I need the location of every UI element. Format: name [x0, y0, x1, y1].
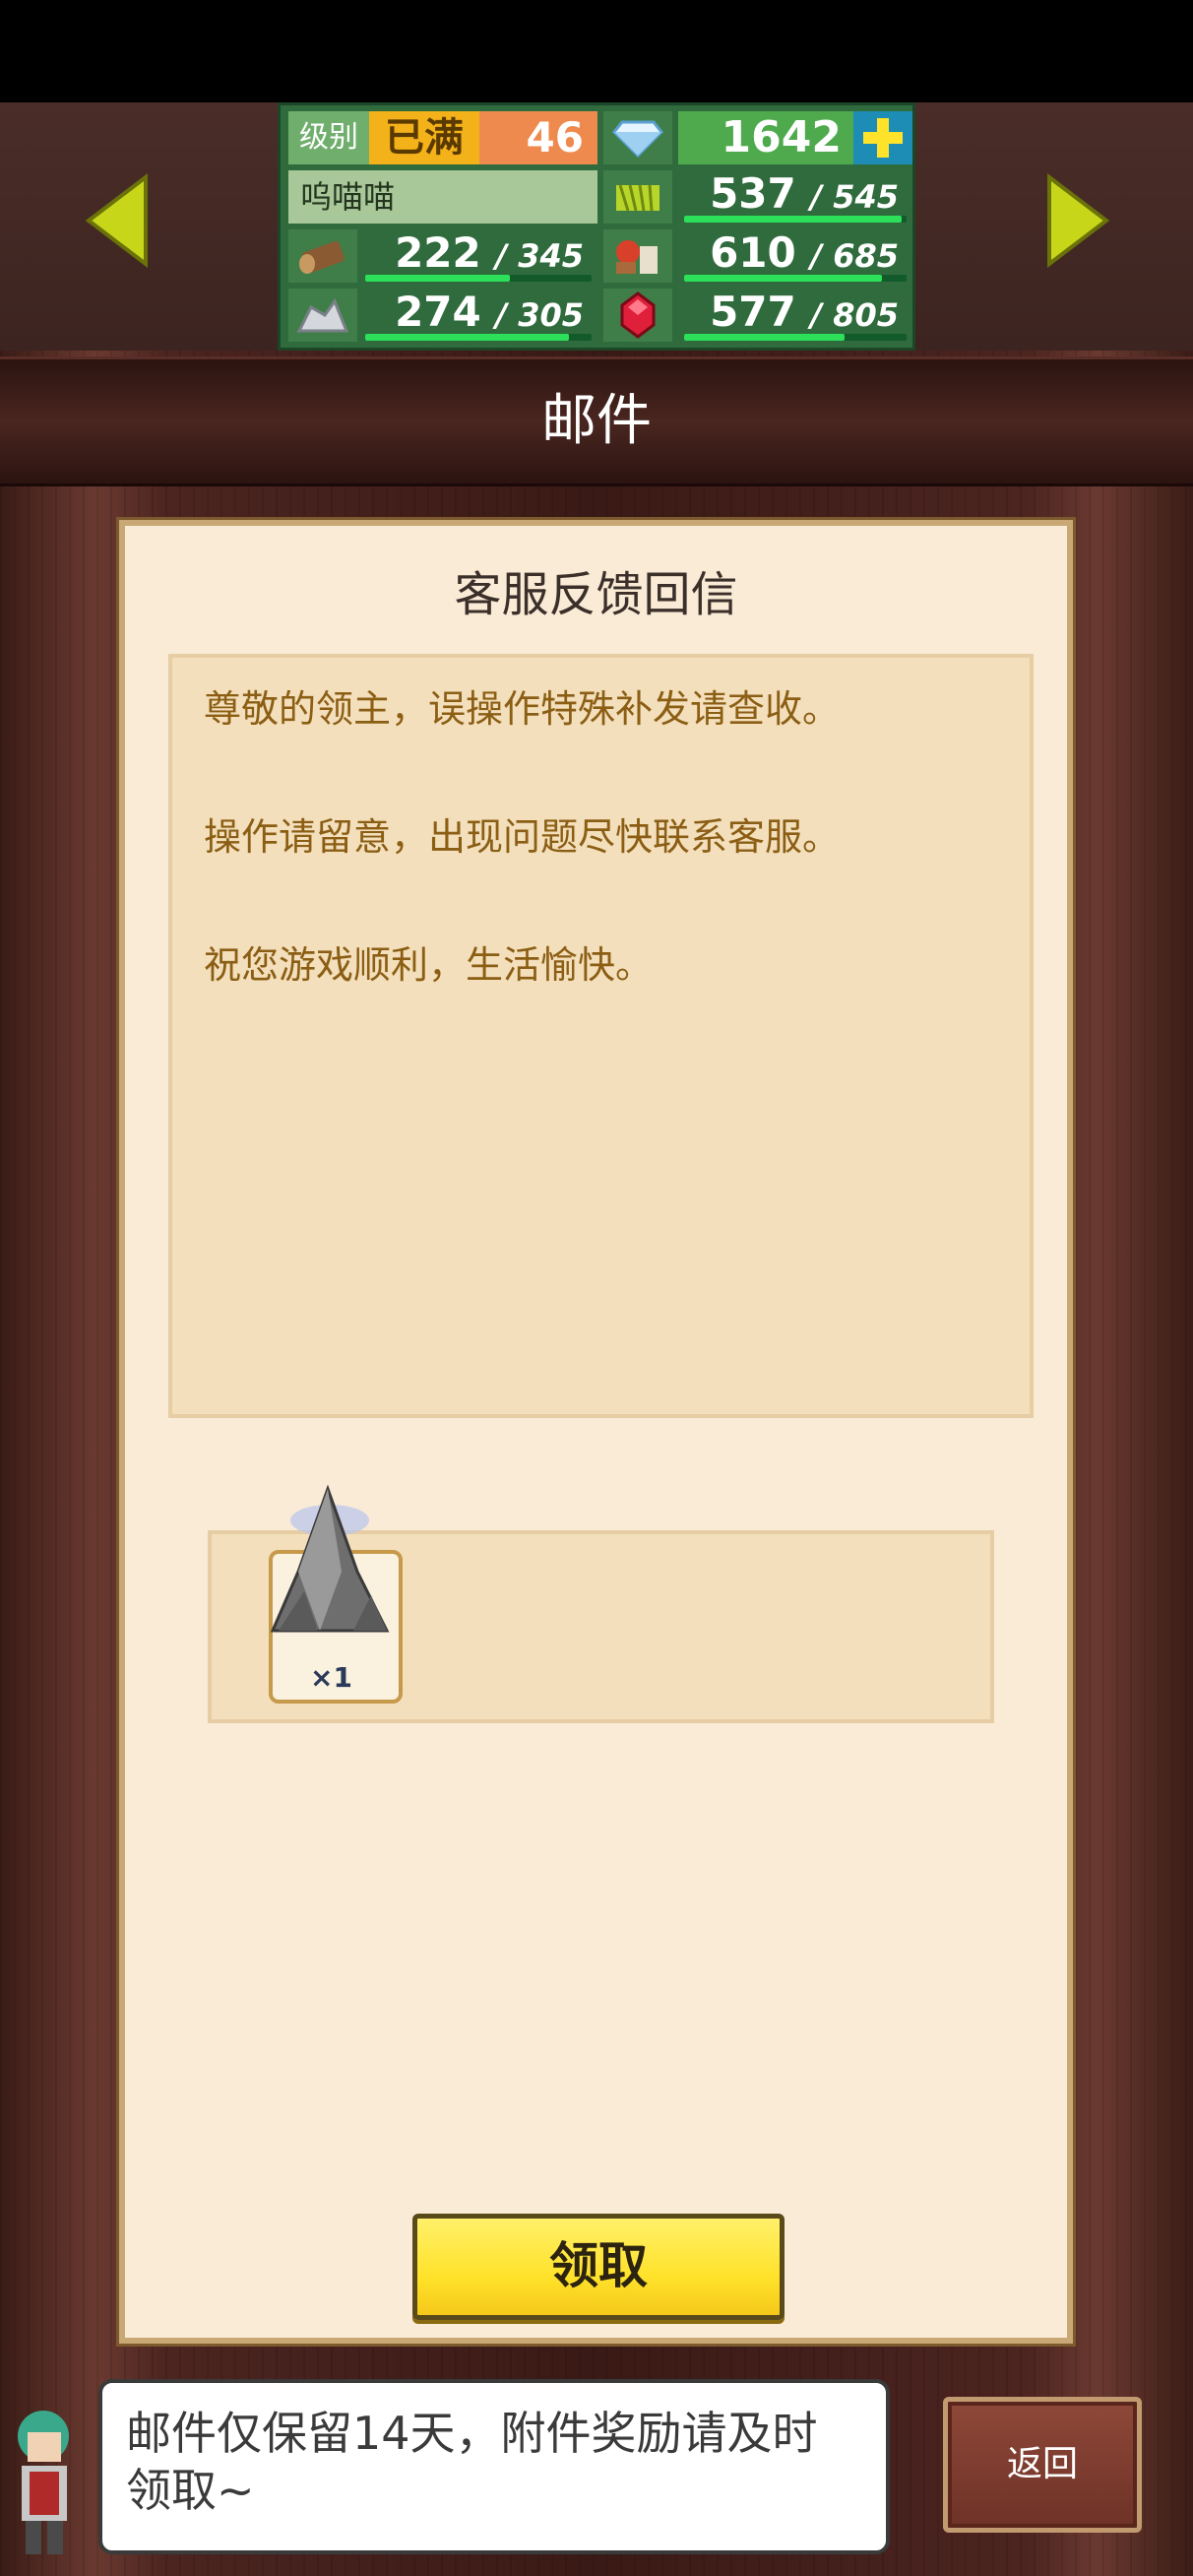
attachment-quantity: ×1 — [310, 1661, 352, 1694]
wood-log-icon — [288, 229, 357, 283]
stone-cap: 305 — [518, 296, 584, 334]
grain-value: 537 — [710, 169, 796, 218]
mail-line: 尊敬的领主，误操作特殊补发请查收。 — [204, 687, 841, 731]
food-value: 610 — [710, 228, 796, 277]
wood-value: 222 — [395, 228, 481, 277]
stone-value: 274 — [395, 288, 481, 336]
advisor-avatar — [0, 2387, 98, 2560]
add-gems-button[interactable] — [853, 111, 912, 164]
plus-icon — [863, 118, 903, 158]
mail-panel: 客服反馈回信 尊敬的领主，误操作特殊补发请查收。 操作请留意，出现问题尽快联系客… — [119, 520, 1073, 2344]
mail-line: 操作请留意，出现问题尽快联系客服。 — [204, 815, 841, 859]
grain-bar — [684, 216, 907, 223]
claim-button[interactable]: 领取 — [412, 2214, 785, 2320]
ruby-value: 577 — [710, 288, 796, 336]
mail-body: 尊敬的领主，误操作特殊补发请查收。 操作请留意，出现问题尽快联系客服。 祝您游戏… — [168, 654, 1034, 1418]
back-button[interactable]: 返回 — [943, 2397, 1142, 2533]
level-value: 46 — [479, 111, 597, 164]
player-name: 呜喵喵 — [288, 170, 597, 224]
level-max-badge: 已满 — [369, 111, 479, 164]
level-label: 级别 — [288, 111, 369, 164]
ruby-bar — [684, 334, 907, 341]
title-bar: 邮件 — [0, 356, 1193, 486]
mail-line: 祝您游戏顺利，生活愉快。 — [204, 943, 654, 987]
ruby-cap: 805 — [833, 296, 899, 334]
left-arrow-icon — [85, 172, 148, 269]
rock-pile-icon — [270, 1484, 390, 1633]
wood-bar — [365, 275, 592, 282]
attachment-item[interactable]: ×1 — [269, 1484, 403, 1704]
food-icon — [603, 229, 672, 283]
tip-bubble: 邮件仅保留14天，附件奖励请及时领取~ — [98, 2379, 890, 2554]
attachment-box: ×1 — [208, 1484, 994, 1723]
right-arrow-icon — [1047, 172, 1110, 269]
next-arrow-button[interactable] — [1043, 172, 1112, 269]
ore-icon — [288, 289, 357, 342]
grain-cap: 545 — [833, 178, 899, 216]
page-title: 邮件 — [541, 389, 652, 453]
mail-subject: 客服反馈回信 — [454, 567, 738, 622]
gem-value: 1642 — [678, 111, 853, 164]
stone-bar — [365, 334, 592, 341]
wood-cap: 345 — [518, 237, 584, 275]
diamond-icon — [603, 111, 672, 164]
prev-arrow-button[interactable] — [83, 172, 152, 269]
food-cap: 685 — [833, 237, 899, 275]
resource-panel: 级别 已满 46 1642 呜喵喵 537 / 545 222 / 345 61… — [278, 102, 915, 351]
ruby-icon — [603, 289, 672, 342]
food-bar — [684, 275, 907, 282]
grain-icon — [603, 170, 672, 224]
